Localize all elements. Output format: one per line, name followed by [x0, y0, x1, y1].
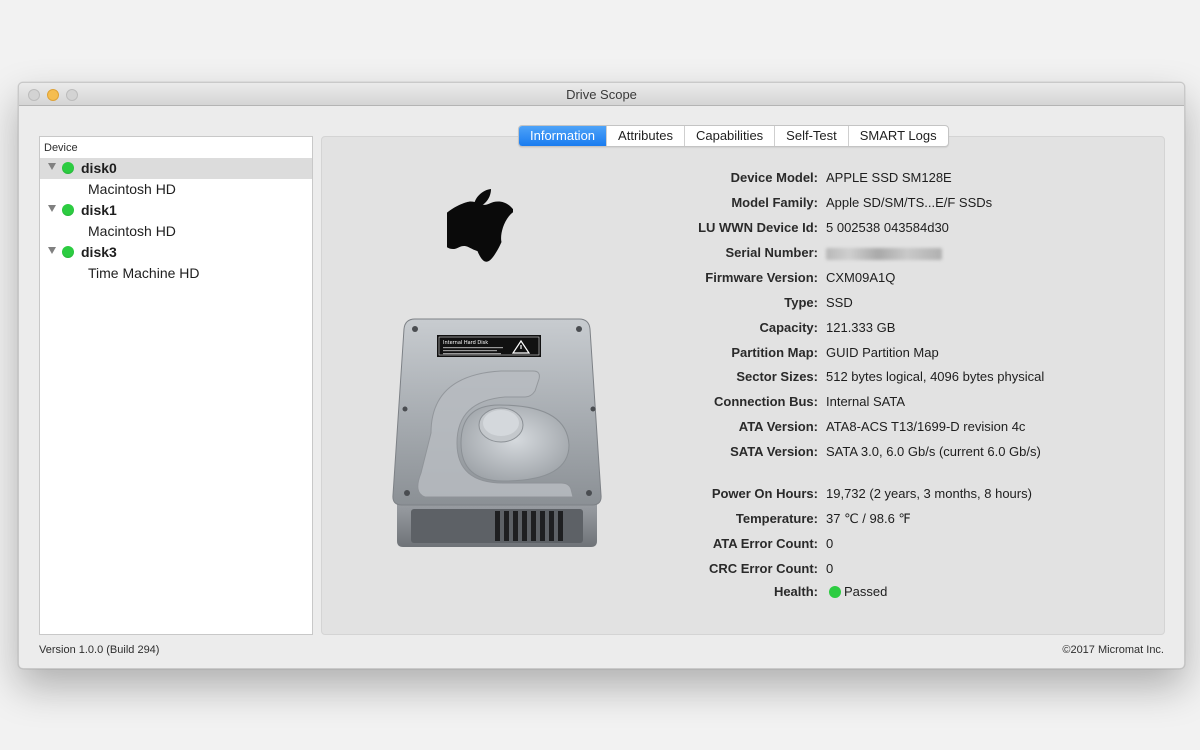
info-row-crc-error-count: CRC Error Count: 0 — [639, 561, 1179, 579]
info-value: 0 — [826, 561, 834, 576]
info-label: SATA Version: — [730, 444, 818, 459]
info-row-capacity: Capacity: 121.333 GB — [639, 320, 1179, 338]
info-label: Serial Number: — [725, 245, 818, 260]
volume-name: Macintosh HD — [88, 223, 176, 239]
volume-row[interactable]: Time Machine HD — [40, 263, 312, 284]
info-label: Health: — [773, 584, 818, 599]
tab-self-test[interactable]: Self-Test — [774, 126, 848, 146]
redacted-serial — [826, 248, 942, 260]
info-row-sector-sizes: Sector Sizes: 512 bytes logical, 4096 by… — [639, 369, 1179, 387]
info-value: Passed — [826, 584, 887, 599]
info-row-health: Health: Passed — [639, 584, 1179, 602]
volume-row[interactable]: Macintosh HD — [40, 221, 312, 242]
info-row-firmware-version: Firmware Version: CXM09A1Q — [639, 270, 1179, 288]
info-value: 0 — [826, 536, 834, 551]
info-row-temperature: Temperature: 37 ℃ / 98.6 ℉ — [639, 511, 1179, 529]
info-value: ATA8-ACS T13/1699-D revision 4c — [826, 419, 1026, 434]
disk-name: disk1 — [81, 202, 117, 218]
info-value: 19,732 (2 years, 3 months, 8 hours) — [826, 486, 1032, 501]
tab-bar: Information Attributes Capabilities Self… — [518, 125, 949, 147]
info-value: 121.333 GB — [826, 320, 896, 335]
device-list[interactable]: Device disk0 Macintosh HD disk1 Macintos… — [39, 136, 313, 635]
info-row-lu-wwn: LU WWN Device Id: 5 002538 043584d30 — [639, 220, 1179, 238]
device-row-disk3[interactable]: disk3 — [40, 242, 312, 263]
disclosure-triangle-icon[interactable] — [48, 163, 56, 170]
tab-attributes[interactable]: Attributes — [606, 126, 684, 146]
window-title: Drive Scope — [566, 87, 637, 102]
info-row-power-on-hours: Power On Hours: 19,732 (2 years, 3 month… — [639, 486, 1179, 504]
info-label: Device Model: — [730, 170, 818, 185]
apple-logo-icon — [447, 189, 513, 262]
info-label: Type: — [784, 295, 818, 310]
volume-name: Time Machine HD — [88, 265, 200, 281]
info-row-sata-version: SATA Version: SATA 3.0, 6.0 Gb/s (curren… — [639, 444, 1179, 462]
status-dot-icon — [62, 204, 74, 216]
disclosure-triangle-icon[interactable] — [48, 205, 56, 212]
info-value: SATA 3.0, 6.0 Gb/s (current 6.0 Gb/s) — [826, 444, 1041, 459]
info-value: 512 bytes logical, 4096 bytes physical — [826, 369, 1045, 384]
device-row-disk0[interactable]: disk0 — [40, 158, 312, 179]
info-label: Partition Map: — [731, 345, 818, 360]
info-row-ata-error-count: ATA Error Count: 0 — [639, 536, 1179, 554]
info-value: Internal SATA — [826, 394, 905, 409]
disk-name: disk0 — [81, 160, 117, 176]
info-row-serial-number: Serial Number: — [639, 245, 1179, 263]
info-row-type: Type: SSD — [639, 295, 1179, 313]
info-value: Apple SD/SM/TS...E/F SSDs — [826, 195, 993, 210]
tab-capabilities[interactable]: Capabilities — [683, 126, 774, 146]
disk-name: disk3 — [81, 244, 117, 260]
title-bar[interactable]: Drive Scope — [19, 83, 1184, 106]
tab-information[interactable]: Information — [519, 126, 607, 146]
info-value: 5 002538 043584d30 — [826, 220, 949, 235]
info-value: APPLE SSD SM128E — [826, 170, 952, 185]
info-value — [826, 245, 942, 263]
info-row-ata-version: ATA Version: ATA8-ACS T13/1699-D revisio… — [639, 419, 1179, 437]
info-row-model-family: Model Family: Apple SD/SM/TS...E/F SSDs — [639, 195, 1179, 213]
info-label: Power On Hours: — [711, 486, 818, 501]
health-status-dot-icon — [829, 586, 841, 598]
info-label: CRC Error Count: — [708, 561, 818, 576]
info-row-partition-map: Partition Map: GUID Partition Map — [639, 345, 1179, 363]
status-dot-icon — [62, 246, 74, 258]
info-row-connection-bus: Connection Bus: Internal SATA — [639, 394, 1179, 412]
info-value: CXM09A1Q — [826, 270, 896, 285]
copyright-label: ©2017 Micromat Inc. — [1062, 644, 1164, 656]
volume-row[interactable]: Macintosh HD — [40, 179, 312, 200]
info-label: LU WWN Device Id: — [698, 220, 818, 235]
device-column-header: Device — [44, 142, 78, 154]
info-value: 37 ℃ / 98.6 ℉ — [826, 511, 911, 526]
info-label: ATA Version: — [738, 419, 818, 434]
info-label: Temperature: — [735, 511, 818, 526]
drive-sticker-title: Internal Hard Disk — [443, 340, 488, 346]
status-dot-icon — [62, 162, 74, 174]
info-label: Firmware Version: — [705, 270, 818, 285]
info-value: SSD — [826, 295, 853, 310]
info-label: Sector Sizes: — [736, 369, 818, 384]
drive-scope-window: Drive Scope Device disk0 Macintosh HD di… — [18, 82, 1185, 669]
disclosure-triangle-icon[interactable] — [48, 247, 56, 254]
info-label: ATA Error Count: — [712, 536, 818, 551]
health-status-text: Passed — [844, 584, 888, 599]
version-label: Version 1.0.0 (Build 294) — [39, 644, 160, 656]
info-label: Connection Bus: — [714, 394, 818, 409]
info-label: Model Family: — [731, 195, 818, 210]
info-label: Capacity: — [759, 320, 818, 335]
device-row-disk1[interactable]: disk1 — [40, 200, 312, 221]
info-row-device-model: Device Model: APPLE SSD SM128E — [639, 170, 1179, 188]
tab-smart-logs[interactable]: SMART Logs — [847, 126, 948, 146]
volume-name: Macintosh HD — [88, 181, 176, 197]
hard-drive-icon: Internal Hard Disk — [392, 318, 602, 547]
info-value: GUID Partition Map — [826, 345, 939, 360]
